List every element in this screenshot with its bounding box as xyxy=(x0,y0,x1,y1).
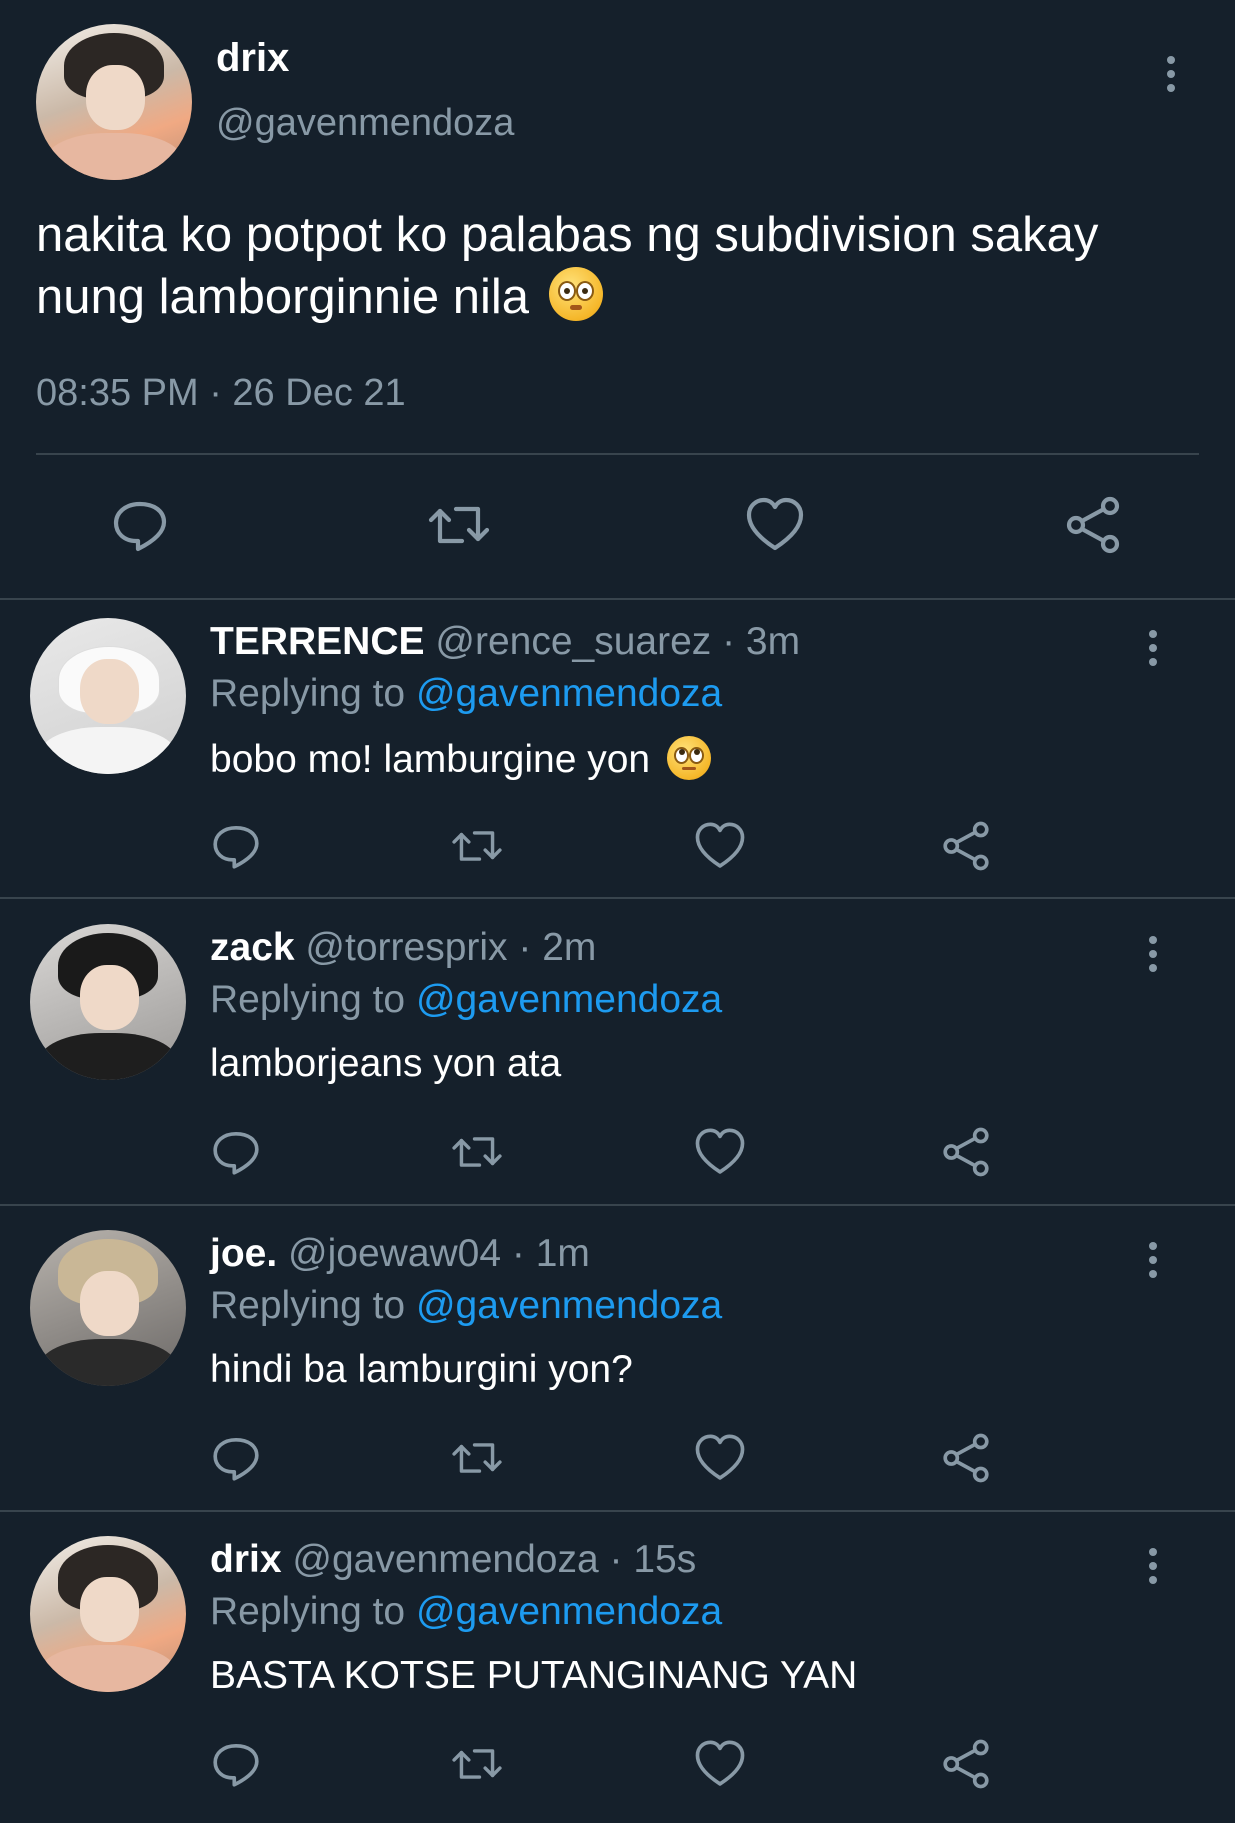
reply-author-name[interactable]: drix xyxy=(210,1538,282,1581)
reply-icon[interactable] xyxy=(210,1432,262,1484)
reply-text-content: bobo mo! lamburgine yon xyxy=(210,738,651,781)
author-name[interactable]: drix xyxy=(216,36,289,81)
reply-header: zack @torresprix · 2m xyxy=(210,926,596,970)
reply-icon[interactable] xyxy=(210,820,262,872)
mention-link[interactable]: @gavenmendoza xyxy=(416,978,722,1021)
reply-text: hindi ba lamburgini yon? xyxy=(210,1348,633,1391)
reply-tweet[interactable]: drix @gavenmendoza · 15s Replying to @ga… xyxy=(0,1518,1235,1823)
main-tweet: drix @gavenmendoza nakita ko potpot ko p… xyxy=(0,0,1235,600)
reply-tweet[interactable]: zack @torresprix · 2m Replying to @gaven… xyxy=(0,906,1235,1211)
more-options-icon[interactable] xyxy=(1147,1548,1159,1584)
share-icon[interactable] xyxy=(940,820,992,872)
share-icon[interactable] xyxy=(1063,495,1123,555)
replying-to: Replying to @gavenmendoza xyxy=(210,1284,722,1328)
reply-text: bobo mo! lamburgine yon xyxy=(210,736,711,782)
replying-to-label: Replying to xyxy=(210,672,416,715)
avatar[interactable] xyxy=(30,1230,186,1386)
retweet-icon[interactable] xyxy=(450,1432,504,1484)
share-icon[interactable] xyxy=(940,1738,992,1790)
like-icon[interactable] xyxy=(694,1126,746,1178)
reply-author-name[interactable]: joe. xyxy=(210,1232,277,1275)
share-icon[interactable] xyxy=(940,1432,992,1484)
more-options-icon[interactable] xyxy=(1165,56,1177,92)
divider xyxy=(0,1204,1235,1206)
reply-author-name[interactable]: TERRENCE xyxy=(210,620,425,663)
more-options-icon[interactable] xyxy=(1147,630,1159,666)
reply-meta[interactable]: @torresprix · 2m xyxy=(305,926,596,969)
replying-to: Replying to @gavenmendoza xyxy=(210,672,722,716)
reply-meta[interactable]: @rence_suarez · 3m xyxy=(435,620,800,663)
avatar[interactable] xyxy=(30,924,186,1080)
divider xyxy=(0,1510,1235,1512)
retweet-icon[interactable] xyxy=(450,820,504,872)
replying-to: Replying to @gavenmendoza xyxy=(210,978,722,1022)
reply-icon[interactable] xyxy=(210,1738,262,1790)
author-handle[interactable]: @gavenmendoza xyxy=(216,102,514,145)
reply-meta[interactable]: @gavenmendoza · 15s xyxy=(292,1538,696,1581)
like-icon[interactable] xyxy=(694,1738,746,1790)
reply-author-name[interactable]: zack xyxy=(210,926,295,969)
replying-to-label: Replying to xyxy=(210,1590,416,1633)
replying-to-label: Replying to xyxy=(210,1284,416,1327)
avatar[interactable] xyxy=(30,618,186,774)
reply-header: drix @gavenmendoza · 15s xyxy=(210,1538,696,1582)
face-with-rolling-eyes-emoji xyxy=(666,736,711,780)
more-options-icon[interactable] xyxy=(1147,1242,1159,1278)
reply-header: joe. @joewaw04 · 1m xyxy=(210,1232,590,1276)
like-icon[interactable] xyxy=(745,495,805,555)
retweet-icon[interactable] xyxy=(426,495,492,555)
like-icon[interactable] xyxy=(694,820,746,872)
replying-to-label: Replying to xyxy=(210,978,416,1021)
share-icon[interactable] xyxy=(940,1126,992,1178)
replying-to: Replying to @gavenmendoza xyxy=(210,1590,722,1634)
avatar[interactable] xyxy=(36,24,192,180)
retweet-icon[interactable] xyxy=(450,1126,504,1178)
divider xyxy=(36,453,1199,455)
divider xyxy=(0,897,1235,899)
reply-icon[interactable] xyxy=(110,495,170,555)
reply-icon[interactable] xyxy=(210,1126,262,1178)
avatar[interactable] xyxy=(30,1536,186,1692)
flushed-face-emoji xyxy=(548,267,603,321)
mention-link[interactable]: @gavenmendoza xyxy=(416,1284,722,1327)
reply-header: TERRENCE @rence_suarez · 3m xyxy=(210,620,800,664)
more-options-icon[interactable] xyxy=(1147,936,1159,972)
tweet-timestamp: 08:35 PM · 26 Dec 21 xyxy=(36,372,406,414)
reply-text: lamborjeans yon ata xyxy=(210,1042,562,1085)
reply-text: BASTA KOTSE PUTANGINANG YAN xyxy=(210,1654,858,1697)
mention-link[interactable]: @gavenmendoza xyxy=(416,672,722,715)
reply-tweet[interactable]: TERRENCE @rence_suarez · 3m Replying to … xyxy=(0,600,1235,905)
like-icon[interactable] xyxy=(694,1432,746,1484)
reply-meta[interactable]: @joewaw04 · 1m xyxy=(288,1232,590,1275)
retweet-icon[interactable] xyxy=(450,1738,504,1790)
reply-tweet[interactable]: joe. @joewaw04 · 1m Replying to @gavenme… xyxy=(0,1212,1235,1517)
mention-link[interactable]: @gavenmendoza xyxy=(416,1590,722,1633)
tweet-text: nakita ko potpot ko palabas ng subdivisi… xyxy=(36,204,1196,328)
